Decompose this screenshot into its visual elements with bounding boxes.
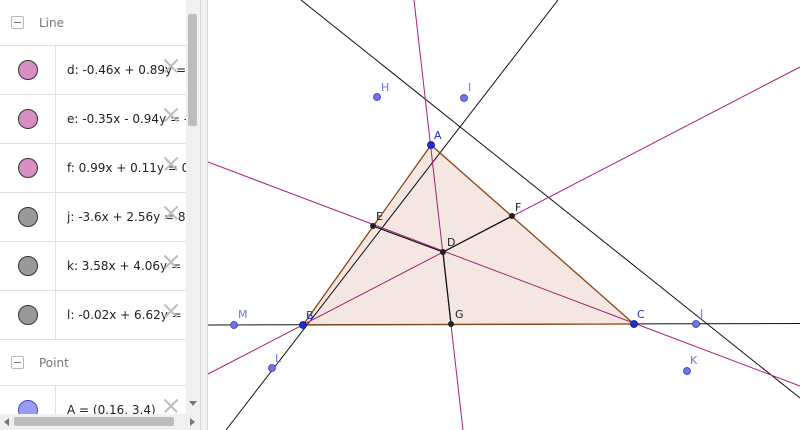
label-F: F xyxy=(515,201,521,214)
label-I: I xyxy=(468,81,471,94)
point-B[interactable] xyxy=(299,321,307,329)
point-section-header[interactable]: Point xyxy=(0,340,186,386)
line-section-label: Line xyxy=(39,15,65,30)
line-section-header[interactable]: Line xyxy=(0,0,186,46)
label-E: E xyxy=(376,210,383,223)
point-D[interactable] xyxy=(440,249,446,255)
point-G[interactable] xyxy=(448,321,454,327)
point-J[interactable] xyxy=(692,320,700,328)
algebra-item-d[interactable]: d: -0.46x + 0.89y = xyxy=(0,46,186,95)
vertical-scrollbar[interactable] xyxy=(186,0,200,414)
label-D: D xyxy=(447,236,455,249)
delete-icon[interactable] xyxy=(161,301,181,321)
algebra-item-l[interactable]: l: -0.02x + 6.62y = xyxy=(0,291,186,340)
graphics-view[interactable]: H I A E F D M B G C J L K xyxy=(208,0,800,430)
label-K: K xyxy=(690,354,698,367)
label-A: A xyxy=(434,129,442,142)
delete-icon[interactable] xyxy=(161,396,181,416)
point-I[interactable] xyxy=(460,94,468,102)
visibility-toggle-icon[interactable] xyxy=(18,207,38,227)
line-j[interactable] xyxy=(300,0,800,399)
visibility-toggle-icon[interactable] xyxy=(18,256,38,276)
label-B: B xyxy=(306,309,314,322)
point-section-label: Point xyxy=(39,355,69,370)
algebra-item-k[interactable]: k: 3.58x + 4.06y = xyxy=(0,242,186,291)
visibility-toggle-icon[interactable] xyxy=(18,158,38,178)
algebra-view: Line d: -0.46x + 0.89y = e: -0.35x - 0.9… xyxy=(0,0,200,430)
visibility-toggle-icon[interactable] xyxy=(18,109,38,129)
label-C: C xyxy=(637,308,645,321)
delete-icon[interactable] xyxy=(161,203,181,223)
label-L: L xyxy=(275,352,282,365)
algebra-item-f[interactable]: f: 0.99x + 0.11y = 0 xyxy=(0,144,186,193)
delete-icon[interactable] xyxy=(161,154,181,174)
delete-icon[interactable] xyxy=(161,56,181,76)
collapse-line-section-icon[interactable] xyxy=(11,16,24,29)
scroll-right-arrow-icon[interactable] xyxy=(190,418,195,426)
vertical-scroll-thumb[interactable] xyxy=(188,14,197,126)
label-G: G xyxy=(455,308,464,321)
scroll-left-arrow-icon[interactable] xyxy=(4,418,9,426)
horizontal-scroll-thumb[interactable] xyxy=(14,417,174,426)
label-H: H xyxy=(381,81,389,94)
delete-icon[interactable] xyxy=(161,105,181,125)
panel-divider[interactable] xyxy=(200,0,208,430)
scroll-down-arrow-icon[interactable] xyxy=(189,401,197,406)
visibility-toggle-icon[interactable] xyxy=(18,60,38,80)
horizontal-scrollbar[interactable] xyxy=(0,414,200,430)
line-e[interactable] xyxy=(208,161,800,387)
point-E[interactable] xyxy=(370,223,376,229)
point-K[interactable] xyxy=(683,367,691,375)
algebra-item-j[interactable]: j: -3.6x + 2.56y = 8 xyxy=(0,193,186,242)
delete-icon[interactable] xyxy=(161,252,181,272)
point-H[interactable] xyxy=(373,93,381,101)
visibility-toggle-icon[interactable] xyxy=(18,305,38,325)
label-J: J xyxy=(699,307,703,320)
collapse-point-section-icon[interactable] xyxy=(11,356,24,369)
point-A[interactable] xyxy=(427,141,435,149)
point-M[interactable] xyxy=(230,321,238,329)
point-L[interactable] xyxy=(268,364,276,372)
triangle-ABC[interactable] xyxy=(303,145,634,325)
label-M: M xyxy=(238,308,248,321)
algebra-item-e[interactable]: e: -0.35x - 0.94y = - xyxy=(0,95,186,144)
point-C[interactable] xyxy=(630,320,638,328)
